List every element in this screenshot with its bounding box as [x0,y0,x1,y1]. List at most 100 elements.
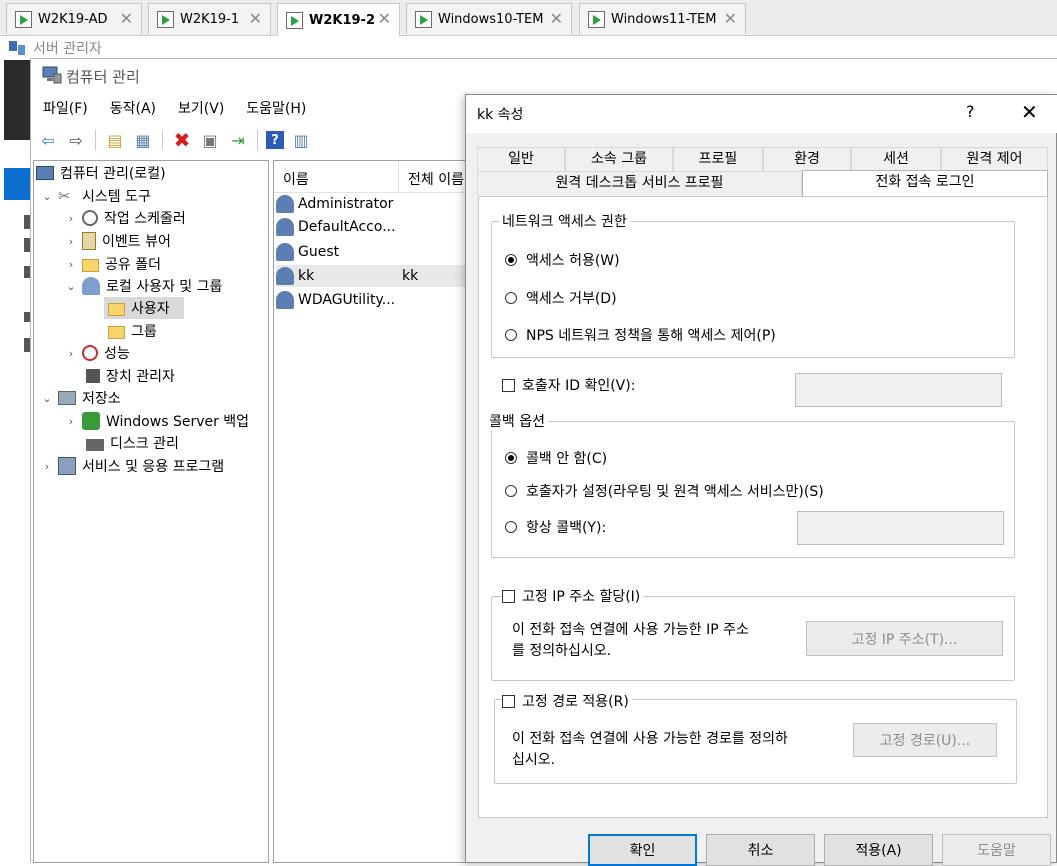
chevron-right-icon[interactable]: › [64,258,78,271]
chevron-right-icon[interactable]: › [40,460,54,473]
toolbar-separator [95,130,96,150]
tree-item-groups[interactable]: 그룹 [108,320,157,342]
list-item[interactable]: DefaultAcco... [276,216,468,238]
tab-dial-in[interactable]: 전화 접속 로그인 [802,170,1048,196]
vm-tab-label: W2K19-AD [38,11,108,27]
tree-item-users[interactable]: 사용자 [104,297,184,319]
tab-sessions[interactable]: 세션 [851,147,941,171]
checkbox-verify-caller-id[interactable]: 호출자 ID 확인(V): [502,375,639,395]
vm-tab-w2k19-2[interactable]: W2K19-2 ✕ [277,3,400,36]
chevron-right-icon[interactable]: › [64,415,78,428]
tree-item-services-apps[interactable]: › 서비스 및 응용 프로그램 [40,455,224,477]
tree-item-event-viewer[interactable]: › 이벤트 뷰어 [64,230,171,252]
chevron-right-icon[interactable]: › [64,347,78,360]
radio-always-callback[interactable]: 항상 콜백(Y): [505,517,606,537]
static-routes-button[interactable]: 고정 경로(U)... [853,723,997,757]
up-folder-icon[interactable]: ▤ [104,129,126,151]
show-hide-tree-icon[interactable]: ▦ [132,129,154,151]
list-item[interactable]: Guest [276,241,468,263]
help-icon[interactable]: ? [266,131,284,149]
tab-remote-control[interactable]: 원격 제어 [941,147,1048,171]
vm-tab-windows10-tem[interactable]: Windows10-TEM ✕ [406,3,572,34]
chevron-down-icon[interactable]: ⌄ [40,392,54,405]
help-icon[interactable]: ? [966,102,975,121]
help-button[interactable]: 도움말 [942,834,1051,866]
disk-icon [86,438,104,451]
vm-tab-label: Windows10-TEM [438,11,544,27]
user-name: DefaultAcco... [298,219,396,235]
radio-no-callback[interactable]: 콜백 안 함(C) [505,448,607,468]
delete-icon[interactable]: ✖ [171,128,193,152]
list-item[interactable]: kk kk [276,265,468,287]
tab-general[interactable]: 일반 [477,147,565,171]
static-ip-description-line1: 이 전화 접속 연결에 사용 가능한 IP 주소 [512,622,749,638]
radio-caller-set[interactable]: 호출자가 설정(라우팅 및 원격 액세스 서비스만)(S) [505,481,824,501]
disabled-user-icon [276,218,294,236]
callback-options-legend: 콜백 옵션 [486,411,548,431]
radio-nps-control[interactable]: NPS 네트워크 정책을 통해 액세스 제어(P) [505,325,776,345]
tab-profile[interactable]: 프로필 [673,147,763,171]
ok-button[interactable]: 확인 [588,834,697,866]
tree-label: 컴퓨터 관리(로컬) [60,166,166,182]
menu-view[interactable]: 보기(V) [166,96,234,122]
tree-item-performance[interactable]: › 성능 [64,342,130,364]
radio-indicator [505,485,517,497]
close-icon[interactable]: ✕ [249,9,262,28]
always-callback-input[interactable] [797,511,1004,545]
caller-id-input[interactable] [795,373,1002,407]
chevron-right-icon[interactable]: › [64,235,78,248]
column-header-fullname[interactable]: 전체 이름 [408,169,464,189]
tab-rds-profile[interactable]: 원격 데스크톱 서비스 프로필 [477,171,802,195]
tree-item-device-manager[interactable]: 장치 관리자 [86,365,175,387]
properties-icon[interactable]: ▣ [199,129,221,151]
radio-allow-access[interactable]: 액세스 허용(W) [505,250,620,270]
list-item[interactable]: Administrator [276,193,468,215]
tree-item-local-users-groups[interactable]: ⌄ 로컬 사용자 및 그룹 [64,275,222,297]
close-icon[interactable]: ✕ [120,9,133,28]
vm-tab-w2k19-ad[interactable]: W2K19-AD ✕ [6,3,142,34]
menu-file[interactable]: 파일(F) [31,96,98,122]
tree-item-windows-server-backup[interactable]: › Windows Server 백업 [64,410,249,432]
tree-item-task-scheduler[interactable]: › 작업 스케줄러 [64,207,186,229]
close-icon[interactable]: ✕ [550,9,563,28]
action-pane-icon[interactable]: ▥ [290,129,312,151]
chevron-right-icon[interactable]: › [64,212,78,225]
tree-label: 성능 [104,346,130,362]
radio-label: NPS 네트워크 정책을 통해 액세스 제어(P) [526,328,776,344]
toolbar-separator [257,130,258,150]
chevron-down-icon[interactable]: ⌄ [40,190,54,203]
tree-item-disk-management[interactable]: 디스크 관리 [86,432,179,454]
tree-item-storage[interactable]: ⌄ 저장소 [40,387,121,409]
radio-label: 콜백 안 함(C) [526,451,608,467]
checkbox-static-routes[interactable]: 고정 경로 적용(R) [502,691,632,711]
vm-tab-windows11-tem[interactable]: Windows11-TEM ✕ [579,3,746,34]
tab-environment[interactable]: 환경 [763,147,851,171]
static-ip-button[interactable]: 고정 IP 주소(T)... [806,621,1003,656]
computer-icon [36,166,54,180]
list-item[interactable]: WDAGUtility... [276,289,468,311]
close-icon[interactable]: ✕ [378,9,391,28]
close-icon[interactable]: ✕ [724,9,737,28]
apply-button[interactable]: 적용(A) [824,834,933,866]
forward-arrow-icon[interactable]: ⇨ [65,129,87,151]
tree-item-shared-folders[interactable]: › 공유 폴더 [64,253,161,275]
close-icon[interactable]: ✕ [1021,100,1038,124]
cancel-button[interactable]: 취소 [706,834,815,866]
folder-icon [108,326,125,339]
tree-item-system-tools[interactable]: ⌄ ✂ 시스템 도구 [40,185,150,207]
column-header-name[interactable]: 이름 [283,169,309,189]
menu-help[interactable]: 도움말(H) [234,96,316,122]
tree-item-computer-management[interactable]: 컴퓨터 관리(로컬) [36,162,166,184]
radio-deny-access[interactable]: 액세스 거부(D) [505,288,617,308]
vm-tab-w2k19-1[interactable]: W2K19-1 ✕ [148,3,271,34]
disabled-user-icon [276,243,294,261]
tab-member-of[interactable]: 소속 그룹 [565,147,673,171]
menu-action[interactable]: 동작(A) [98,96,166,122]
column-separator[interactable] [398,161,399,193]
server-manager-icon [9,41,25,55]
chevron-down-icon[interactable]: ⌄ [64,280,78,293]
back-arrow-icon[interactable]: ⇦ [37,129,59,151]
checkbox-static-ip[interactable]: 고정 IP 주소 할당(I) [502,586,644,606]
export-list-icon[interactable]: ⇥ [227,129,249,151]
computer-management-icon [42,66,62,84]
